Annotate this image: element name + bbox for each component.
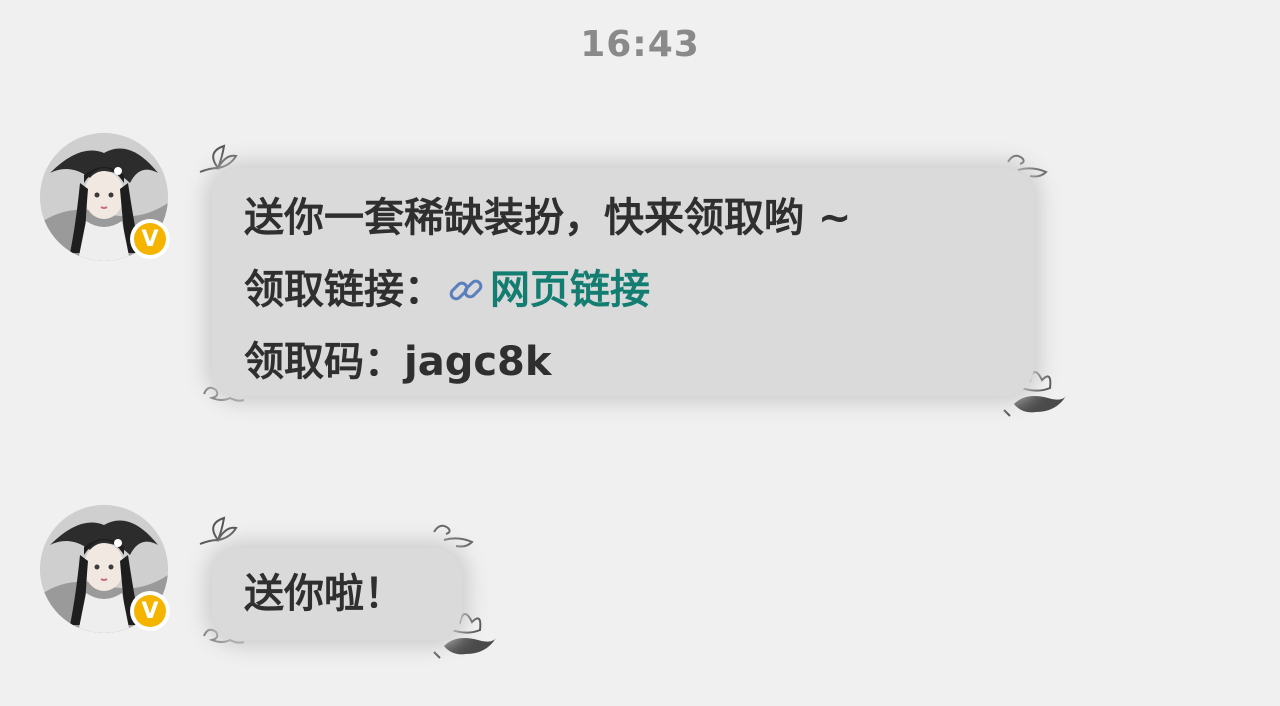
message-line: 领取链接： 网页链接 [244,254,1034,326]
web-link-text[interactable]: 网页链接 [490,254,650,326]
sender-avatar[interactable]: V [40,133,170,261]
link-label: 领取链接： [244,267,444,313]
message-bubble[interactable]: 送你啦！ [212,548,462,640]
message-bubble[interactable]: 送你一套稀缺装扮，快来领取哟 ~ 领取链接： 网页链接 领取码：jagc8k [212,168,1034,396]
butterfly-icon [199,516,238,545]
web-link[interactable]: 网页链接 [444,254,650,326]
sender-avatar[interactable]: V [40,505,170,633]
message-timestamp: 16:43 [580,24,700,65]
message-line: 送你一套稀缺装扮，快来领取哟 ~ [244,195,852,241]
link-icon [449,279,483,301]
verified-badge-icon: V [130,591,170,631]
message-line: 送你啦！ [244,571,404,617]
verified-badge-icon: V [130,219,170,259]
cloud-swirl-icon [433,524,474,548]
message-line: 领取码：jagc8k [244,339,552,385]
